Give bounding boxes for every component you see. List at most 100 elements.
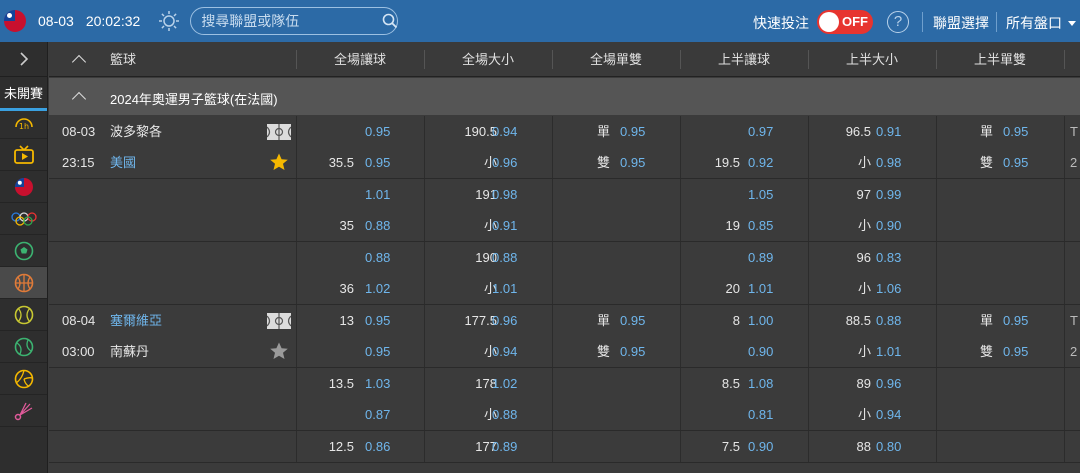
ft-over-under-odds[interactable]: 0.88: [492, 399, 517, 430]
h1-odd-even-odds[interactable]: 0.95: [1003, 147, 1028, 178]
h1-over-under-line: 88.5: [845, 313, 871, 328]
ft-over-under-odds[interactable]: 0.98: [492, 179, 517, 210]
match-time: 08-03: [62, 124, 96, 139]
sidebar-item-baseball[interactable]: [0, 331, 47, 363]
ft-over-under-line: 190: [475, 250, 497, 265]
ft-handicap-odds[interactable]: 0.95: [365, 336, 390, 367]
h1-over-under-line: 小: [857, 155, 871, 170]
col-ft-handicap: 全場讓球: [333, 52, 386, 67]
h1-over-under-odds[interactable]: 0.80: [876, 431, 901, 462]
sidebar-item-first-half[interactable]: 1h: [0, 111, 47, 139]
court-stats-icon[interactable]: [266, 313, 292, 329]
match-time: 08-04: [62, 313, 96, 328]
league-collapse-icon[interactable]: [71, 91, 87, 107]
ft-over-under-odds[interactable]: 0.96: [492, 305, 517, 336]
ft-handicap-odds[interactable]: 0.86: [365, 431, 390, 462]
h1-handicap-odds[interactable]: 0.97: [748, 116, 773, 147]
sidebar-item-taiwan[interactable]: [0, 171, 47, 203]
toggle-knob: [819, 12, 839, 32]
ft-over-under-odds[interactable]: 0.88: [492, 242, 517, 273]
ft-handicap-odds[interactable]: 1.01: [365, 179, 390, 210]
h1-odd-even-odds[interactable]: 0.95: [1003, 305, 1028, 336]
ft-handicap-odds[interactable]: 0.95: [365, 147, 390, 178]
ft-over-under-odds[interactable]: 0.89: [492, 431, 517, 462]
handicap-select-dropdown[interactable]: 所有盤口: [1006, 13, 1076, 33]
more-markets-link[interactable]: T: [1070, 116, 1078, 147]
sidebar-item-basketball[interactable]: [0, 267, 47, 299]
ft-over-under-odds[interactable]: 0.96: [492, 147, 517, 178]
quick-bet-toggle[interactable]: OFF: [817, 10, 873, 34]
ft-handicap-odds[interactable]: 1.03: [365, 368, 390, 399]
h1-over-under-odds[interactable]: 1.06: [876, 273, 901, 304]
ft-over-under-odds[interactable]: 0.94: [492, 336, 517, 367]
more-markets-link[interactable]: T: [1070, 305, 1078, 336]
h1-odd-even-label: 單: [980, 313, 994, 328]
h1-over-under-odds[interactable]: 0.90: [876, 210, 901, 241]
sidebar-item-soccer[interactable]: [0, 235, 47, 267]
ft-over-under-odds[interactable]: 0.94: [492, 116, 517, 147]
sidebar-tab-upcoming[interactable]: 未開賽: [0, 77, 47, 111]
ft-over-under-line: 小: [483, 218, 497, 233]
h1-handicap-odds[interactable]: 0.89: [748, 242, 773, 273]
h1-handicap-odds[interactable]: 0.92: [748, 147, 773, 178]
ft-odd-even-odds[interactable]: 0.95: [620, 336, 645, 367]
h1-handicap-odds[interactable]: 1.00: [748, 305, 773, 336]
court-stats-icon[interactable]: [266, 124, 292, 140]
ft-handicap-odds[interactable]: 0.88: [365, 210, 390, 241]
favorite-star-icon[interactable]: [269, 152, 289, 172]
h1-handicap-odds[interactable]: 1.01: [748, 273, 773, 304]
h1-handicap-odds[interactable]: 0.90: [748, 336, 773, 367]
h1-over-under-odds[interactable]: 0.88: [876, 305, 901, 336]
h1-over-under-odds[interactable]: 0.83: [876, 242, 901, 273]
ft-over-under-odds[interactable]: 0.91: [492, 210, 517, 241]
chevron-right-icon: [19, 52, 28, 66]
ft-handicap-odds[interactable]: 0.95: [365, 305, 390, 336]
sidebar-item-badminton[interactable]: [0, 395, 47, 427]
first-half-icon: 1h: [14, 117, 33, 131]
h1-handicap-odds[interactable]: 1.05: [748, 179, 773, 210]
taiwan-flag-icon[interactable]: [4, 10, 26, 32]
h1-odd-even-odds[interactable]: 0.95: [1003, 336, 1028, 367]
ft-odd-even-odds[interactable]: 0.95: [620, 305, 645, 336]
more-markets-link[interactable]: 2: [1070, 336, 1077, 367]
h1-over-under-odds[interactable]: 0.99: [876, 179, 901, 210]
ft-over-under-odds[interactable]: 1.02: [492, 368, 517, 399]
h1-handicap-odds[interactable]: 1.08: [748, 368, 773, 399]
h1-handicap-odds[interactable]: 0.85: [748, 210, 773, 241]
sidebar-expand-button[interactable]: [0, 42, 47, 77]
h1-handicap-odds[interactable]: 0.90: [748, 431, 773, 462]
search-icon[interactable]: [382, 8, 398, 34]
sidebar-item-live-tv[interactable]: [0, 139, 47, 171]
ft-over-under-odds[interactable]: 1.01: [492, 273, 517, 304]
handicap-select-label: 所有盤口: [1006, 15, 1062, 31]
ft-handicap-line: 13: [339, 313, 354, 328]
ft-odd-even-odds[interactable]: 0.95: [620, 147, 645, 178]
league-select-button[interactable]: 聯盟選擇: [933, 13, 989, 33]
basketball-icon: [14, 273, 33, 292]
collapse-all-icon[interactable]: [71, 54, 87, 70]
h1-over-under-odds[interactable]: 0.91: [876, 116, 901, 147]
help-icon[interactable]: ?: [887, 11, 909, 33]
ft-handicap-odds[interactable]: 1.02: [365, 273, 390, 304]
brightness-icon[interactable]: [158, 10, 180, 32]
more-markets-link[interactable]: 2: [1070, 147, 1077, 178]
h1-odd-even-odds[interactable]: 0.95: [1003, 116, 1028, 147]
h1-handicap-odds[interactable]: 0.81: [748, 399, 773, 430]
league-header[interactable]: 2024年奧運男子籃球(在法國): [49, 78, 1080, 115]
sidebar-item-volleyball[interactable]: [0, 363, 47, 395]
ft-handicap-odds[interactable]: 0.88: [365, 242, 390, 273]
h1-over-under-odds[interactable]: 0.94: [876, 399, 901, 430]
match-group: 08-03 波多黎各 0.95 190.5 0.94 單 0.95 0.97 96.5 0.91 單…: [49, 116, 1080, 179]
h1-over-under-odds[interactable]: 0.98: [876, 147, 901, 178]
star-icon[interactable]: [269, 341, 289, 361]
h1-over-under-odds[interactable]: 1.01: [876, 336, 901, 367]
ft-odd-even-odds[interactable]: 0.95: [620, 116, 645, 147]
ft-handicap-odds[interactable]: 0.95: [365, 116, 390, 147]
sidebar-item-tennis[interactable]: [0, 299, 47, 331]
h1-over-under-odds[interactable]: 0.96: [876, 368, 901, 399]
sidebar-item-olympics[interactable]: [0, 203, 47, 235]
odds-line: 0.88 190 0.88 0.89 96 0.83: [49, 242, 1080, 273]
odds-line: 13.5 1.03 178 1.02 8.5 1.08 89 0.96: [49, 368, 1080, 399]
search-input[interactable]: [191, 8, 383, 34]
ft-handicap-odds[interactable]: 0.87: [365, 399, 390, 430]
